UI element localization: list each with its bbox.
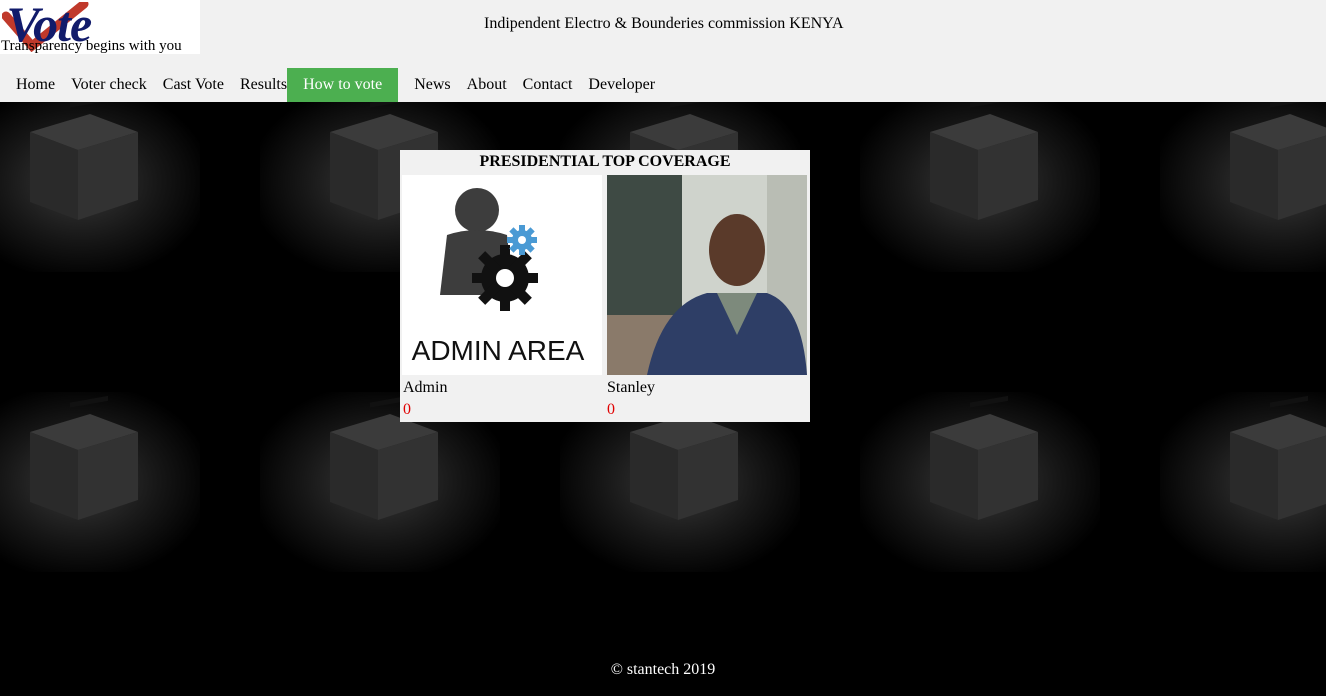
candidate-votes: 0 <box>403 401 411 418</box>
logo-tagline: Transparency begins with you <box>1 38 182 54</box>
candidate-photo <box>607 175 807 375</box>
candidate-card-stanley[interactable]: Stanley 0 <box>607 175 807 418</box>
nav-about[interactable]: About <box>467 68 523 102</box>
admin-area-text: ADMIN AREA <box>412 335 585 366</box>
gear-icon <box>472 245 538 311</box>
nav-results[interactable]: Results <box>240 68 287 102</box>
nav-cast-vote[interactable]: Cast Vote <box>163 68 240 102</box>
nav-voter-check[interactable]: Voter check <box>71 68 163 102</box>
footer-copyright: © stantech 2019 <box>610 661 716 678</box>
small-gear-icon <box>507 225 537 255</box>
candidate-card-admin[interactable]: ADMIN AREA Admin 0 <box>402 175 602 418</box>
vote-logo[interactable]: VVote Transparency begins with you <box>0 0 200 54</box>
nav-contact[interactable]: Contact <box>523 68 589 102</box>
presidential-coverage-panel: PRESIDENTIAL TOP COVERAGE ADMIN AREA Adm… <box>400 150 810 422</box>
main-nav: Home Voter check Cast Vote Results How t… <box>0 68 671 102</box>
site-header: VVote Transparency begins with you Indip… <box>0 0 1326 102</box>
nav-news[interactable]: News <box>398 68 466 102</box>
candidate-name: Stanley <box>607 379 655 396</box>
coverage-title: PRESIDENTIAL TOP COVERAGE <box>479 153 731 170</box>
admin-area-image: ADMIN AREA <box>402 175 602 375</box>
nav-home[interactable]: Home <box>0 68 71 102</box>
nav-developer[interactable]: Developer <box>588 68 671 102</box>
nav-how-to-vote[interactable]: How to vote <box>287 68 399 102</box>
candidate-name: Admin <box>403 379 448 396</box>
candidate-votes: 0 <box>607 401 615 418</box>
commission-title: Indipendent Electro & Bounderies commiss… <box>484 15 844 32</box>
